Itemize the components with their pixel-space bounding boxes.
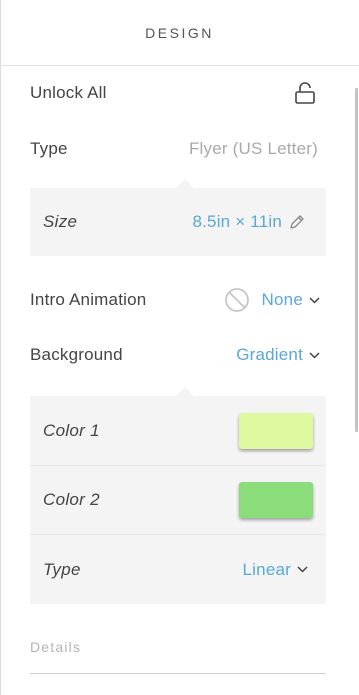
chevron-down-icon (309, 296, 320, 304)
gradient-type-value[interactable]: Linear (243, 560, 291, 580)
intro-animation-label: Intro Animation (30, 290, 147, 309)
type-value: Flyer (US Letter) (188, 139, 318, 158)
size-label: Size (43, 212, 78, 231)
color2-label: Color 2 (43, 490, 100, 509)
chevron-down-icon (309, 351, 320, 359)
gradient-type-row: Type Linear (30, 535, 326, 604)
gradient-panel-notch (176, 387, 194, 396)
background-row: Background Gradient (30, 340, 326, 370)
left-border (0, 0, 1, 695)
type-label: Type (30, 139, 68, 158)
details-divider (30, 673, 326, 674)
unlock-icon[interactable] (294, 81, 316, 105)
unlock-all-label: Unlock All (30, 83, 107, 102)
color1-label: Color 1 (43, 420, 100, 440)
gradient-type-select[interactable]: Linear (243, 560, 308, 580)
color1-swatch[interactable] (239, 412, 313, 449)
gradient-panel: Color 1 Color 2 Type Linear (30, 387, 326, 604)
size-panel-notch (176, 179, 194, 188)
size-row[interactable]: Size 8.5in × 11in (30, 188, 326, 256)
no-symbol-icon (224, 287, 250, 313)
background-value[interactable]: Gradient (236, 345, 303, 365)
chevron-down-icon (297, 566, 308, 573)
panel-header: DESIGN (0, 0, 359, 66)
background-select[interactable]: Gradient (236, 345, 320, 365)
color1-row: Color 1 (30, 396, 326, 465)
intro-animation-row: Intro Animation None (30, 284, 326, 316)
intro-animation-value[interactable]: None (262, 290, 303, 310)
type-row: Type Flyer (US Letter) (30, 134, 326, 164)
unlock-all-row[interactable]: Unlock All (30, 78, 326, 108)
color2-swatch[interactable] (239, 482, 313, 518)
size-value-group[interactable]: 8.5in × 11in (192, 212, 305, 232)
size-panel: Size 8.5in × 11in (30, 179, 326, 256)
panel-title: DESIGN (145, 24, 214, 41)
scrollbar[interactable] (355, 88, 358, 432)
details-section-label: Details (30, 639, 82, 655)
color2-row: Color 2 (30, 466, 326, 534)
intro-animation-select[interactable]: None (224, 287, 320, 313)
pencil-icon[interactable] (289, 214, 305, 230)
gradient-type-label: Type (43, 559, 81, 579)
background-label: Background (30, 345, 123, 364)
size-value[interactable]: 8.5in × 11in (192, 212, 282, 232)
